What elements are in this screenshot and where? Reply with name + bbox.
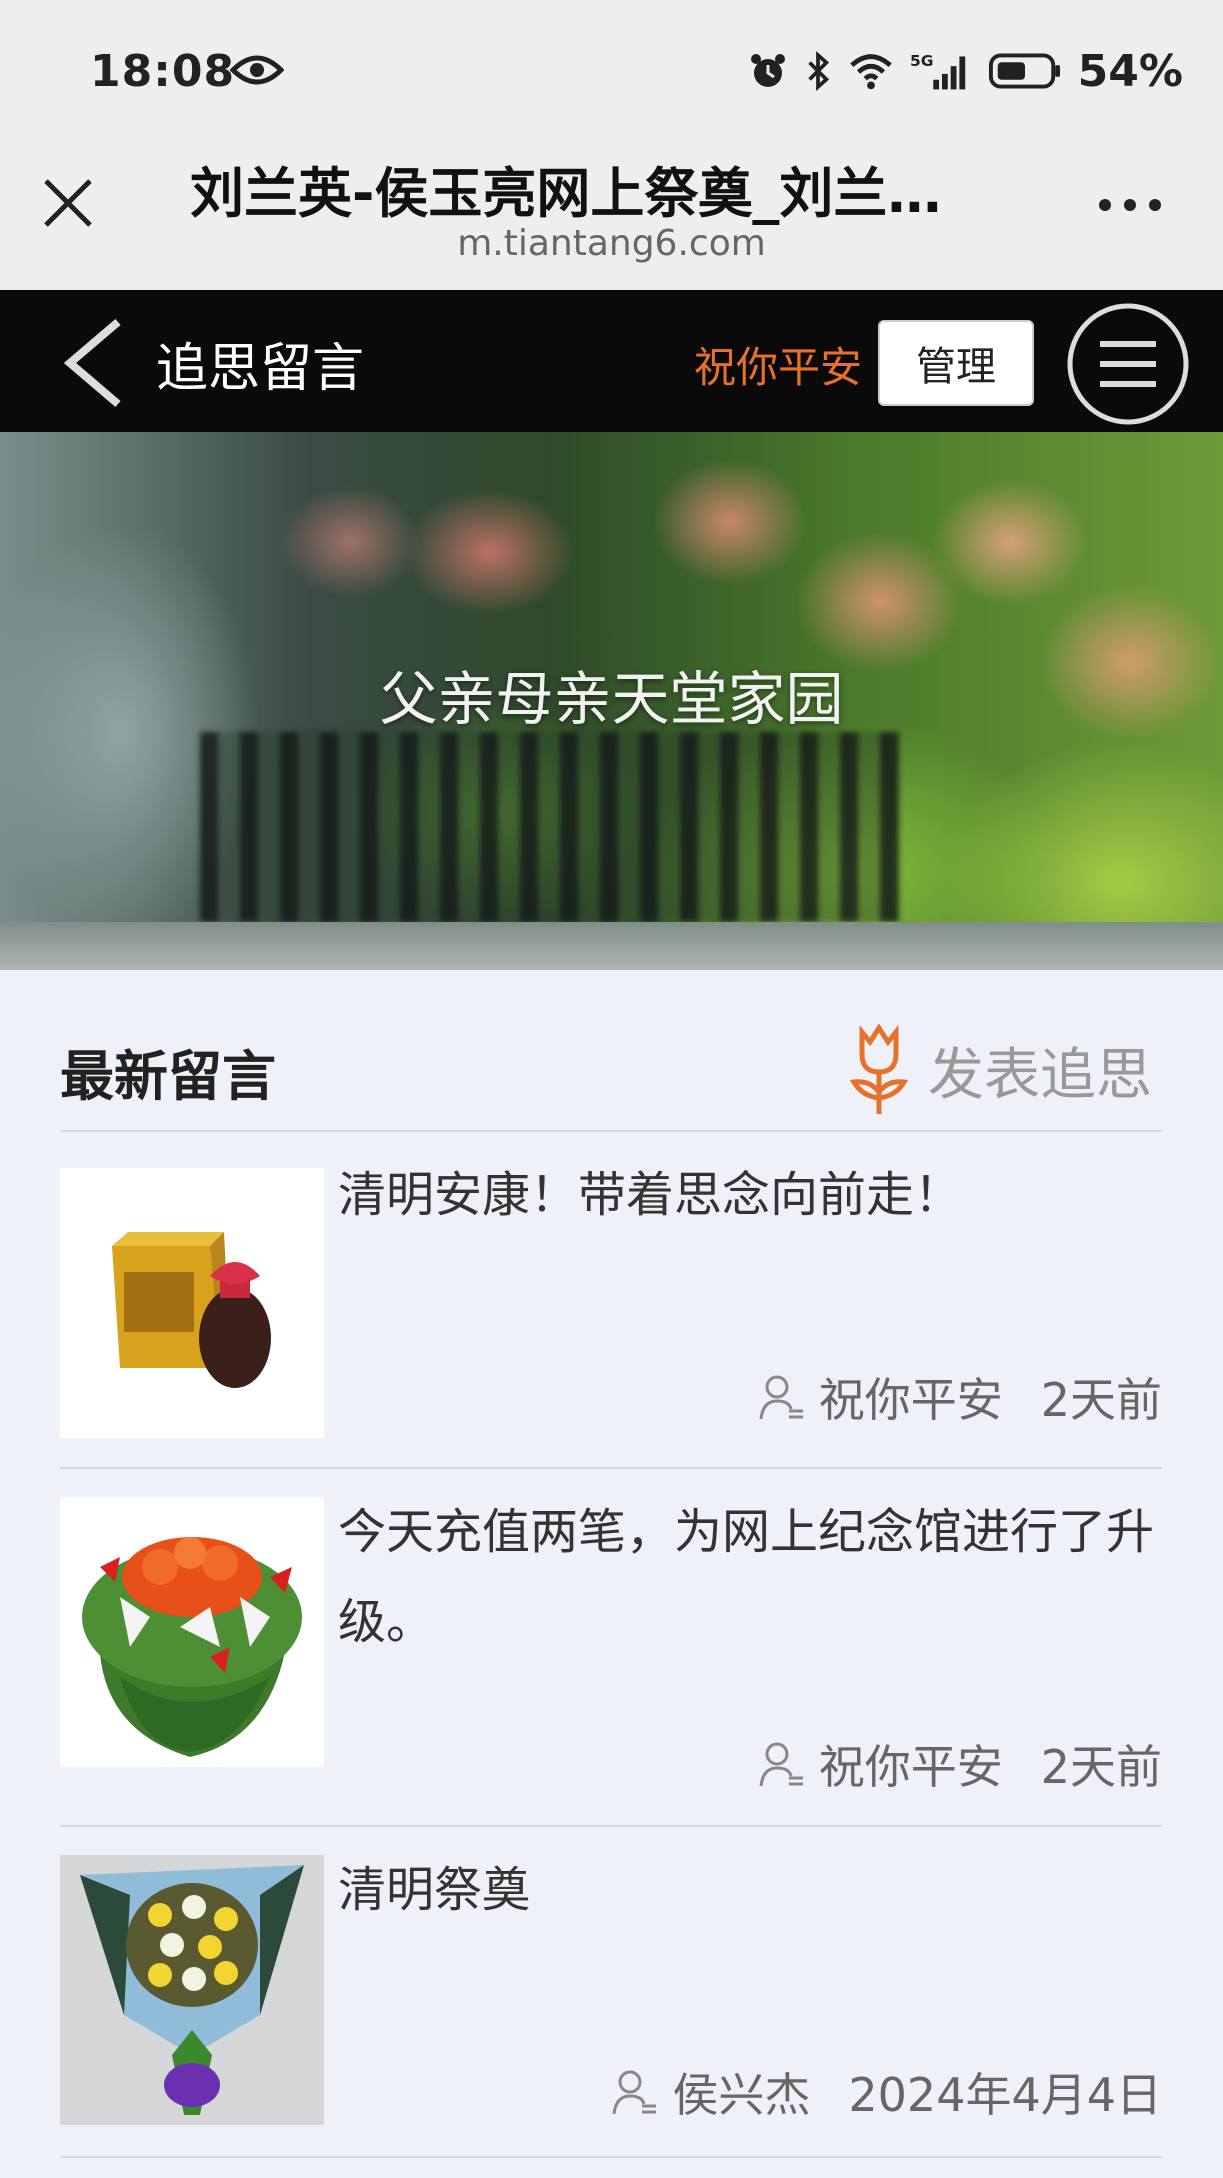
page-url: m.tiantang6.com [457, 223, 766, 264]
eye-icon [230, 55, 284, 85]
bluetooth-icon [807, 50, 829, 92]
more-options-icon[interactable] [1097, 197, 1163, 213]
user-icon [612, 2070, 657, 2115]
post-memorial-label: 发表追思 [928, 1042, 1152, 1108]
clock: 18:08 [90, 46, 236, 97]
section-title: 最新留言 [60, 1045, 276, 1108]
signal-icon: 5G [910, 52, 965, 90]
user-icon [759, 1742, 803, 1787]
message-text: 今天充值两笔，为网上纪念馆进行了升级。 [338, 1504, 1155, 1650]
app-header: 追思留言 祝你平安 管理 [0, 290, 1223, 432]
flowers-thumbnail [60, 1497, 324, 1767]
wifi-icon [849, 54, 892, 90]
status-icons: 5G 54% [748, 45, 1183, 97]
battery-percent: 54% [1077, 45, 1183, 97]
header-title: 追思留言 [156, 339, 365, 399]
chrysanthemum-bouquet-image [60, 1855, 324, 2125]
page-title: 刘兰英-侯玉亮网上祭奠_刘兰… [190, 162, 942, 225]
battery-icon [988, 53, 1060, 89]
back-icon[interactable] [58, 316, 128, 410]
message-date: 2天前 [1040, 1740, 1162, 1794]
alarm-icon [750, 54, 785, 87]
message-date: 2天前 [1040, 1373, 1162, 1427]
flower-bouquet-image [60, 1497, 324, 1767]
liquor-gift-image [60, 1168, 324, 1438]
status-bar: 18:08 5G 54% [0, 0, 1223, 145]
chrysanthemum-thumbnail [60, 1855, 324, 2125]
post-memorial-button[interactable]: 发表追思 [848, 1024, 1152, 1116]
message-author[interactable]: 祝你平安 [819, 1364, 1003, 1430]
list-item[interactable]: 今天充值两笔，为网上纪念馆进行了升级。 祝你平安 2天前 [60, 1469, 1162, 1827]
flower-icon [849, 1024, 909, 1114]
menu-icon[interactable] [1066, 302, 1190, 426]
message-meta: 祝你平安 2天前 [759, 1731, 1162, 1797]
gift-thumbnail [60, 1168, 324, 1438]
message-date: 2024年4月4日 [848, 2068, 1162, 2122]
current-user-link[interactable]: 祝你平安 [694, 334, 862, 395]
list-item[interactable]: 清明祭奠 侯兴杰 2024年4月4日 [60, 1827, 1162, 2158]
message-text: 清明安康！带着思念向前走！ [338, 1167, 963, 1223]
banner-railing [200, 732, 900, 922]
user-icon [759, 1375, 803, 1420]
message-meta: 侯兴杰 2024年4月4日 [612, 2059, 1162, 2125]
message-meta: 祝你平安 2天前 [759, 1364, 1162, 1430]
section-header: 最新留言 发表追思 [60, 1012, 1162, 1132]
message-author[interactable]: 祝你平安 [819, 1731, 1003, 1797]
banner-base [0, 922, 1223, 970]
svg-text:5G: 5G [910, 52, 934, 70]
message-text: 清明祭奠 [338, 1862, 531, 1918]
manage-button[interactable]: 管理 [878, 320, 1034, 406]
banner: 父亲母亲天堂家园 [0, 432, 1223, 970]
list-item[interactable]: 清明安康！带着思念向前走！ 祝你平安 2天前 [60, 1132, 1162, 1469]
browser-title-bar: 刘兰英-侯玉亮网上祭奠_刘兰… m.tiantang6.com [0, 145, 1223, 290]
banner-title: 父亲母亲天堂家园 [379, 665, 844, 733]
message-author[interactable]: 侯兴杰 [672, 2059, 810, 2125]
